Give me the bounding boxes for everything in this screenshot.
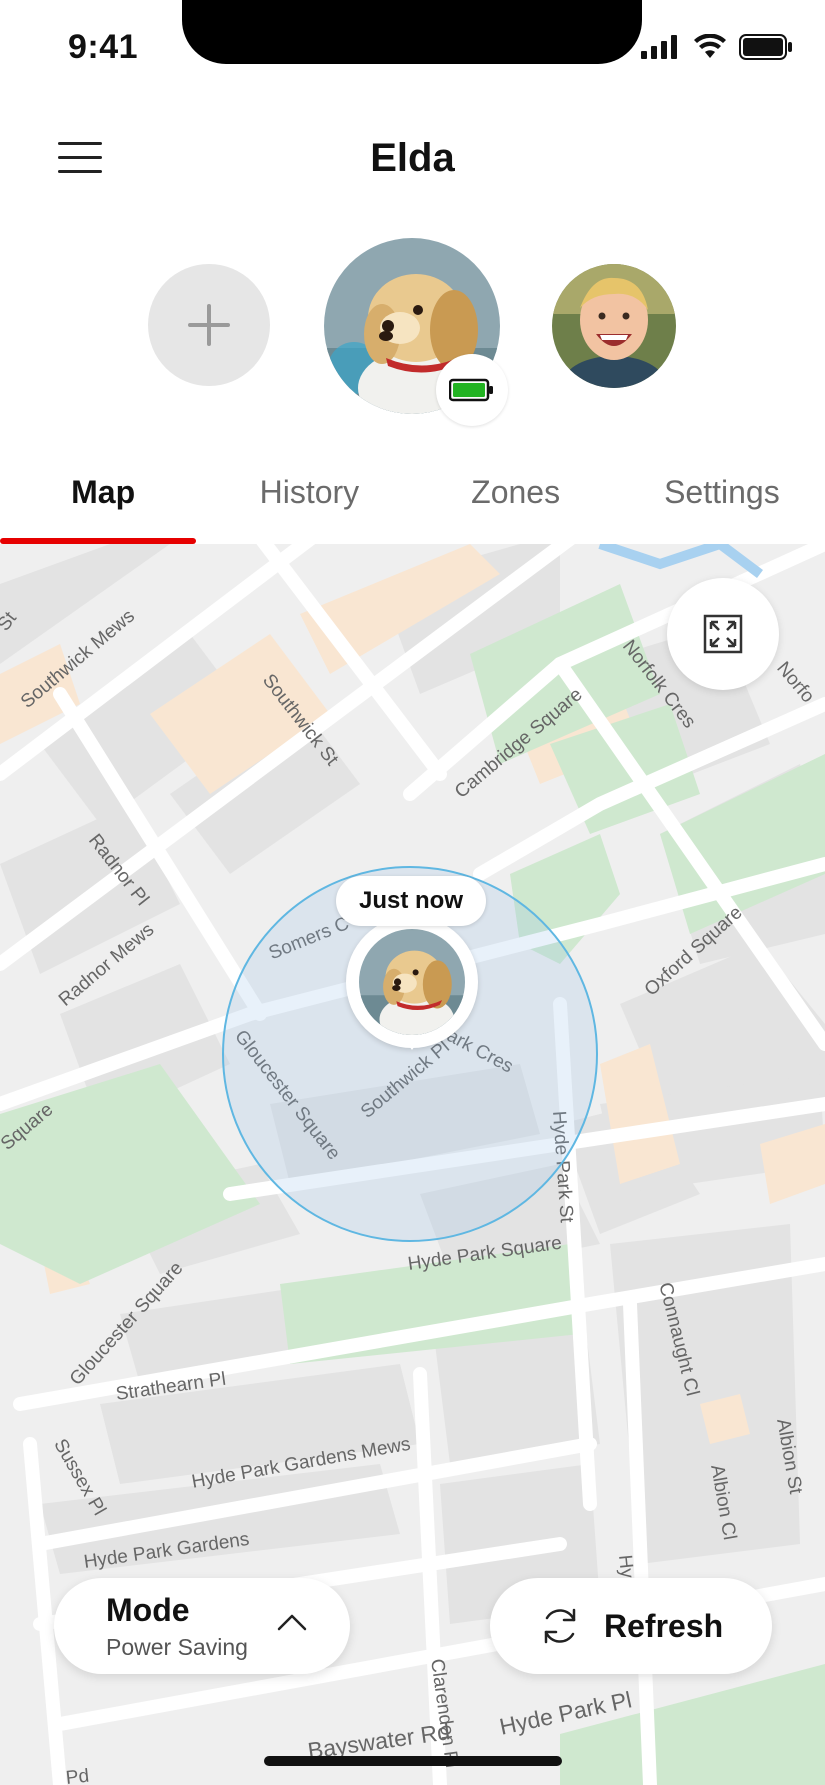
mode-title: Mode xyxy=(106,1592,190,1628)
page-title: Elda xyxy=(370,136,455,180)
tab-map[interactable]: Map xyxy=(0,460,206,544)
expand-arrows-icon xyxy=(703,614,743,654)
tab-history[interactable]: History xyxy=(206,460,412,544)
tab-bar: Map History Zones Settings xyxy=(0,460,825,544)
chevron-up-icon xyxy=(277,1614,307,1631)
battery-full-icon xyxy=(449,378,493,402)
refresh-label: Refresh xyxy=(604,1607,724,1644)
pin-dog-photo xyxy=(359,929,465,1035)
street-label: Hy xyxy=(614,1553,638,1580)
home-indicator xyxy=(264,1756,562,1766)
refresh-button[interactable]: Refresh xyxy=(490,1578,772,1674)
wifi-icon xyxy=(694,34,726,58)
plus-icon xyxy=(188,304,230,346)
child-photo xyxy=(552,264,676,388)
app-screen: 9:41 Elda Map History Zones Settings St … xyxy=(0,0,825,1785)
location-map[interactable]: St Southwick Mews Southwick St Cambridge… xyxy=(0,544,825,1785)
last-seen-label: Just now xyxy=(336,876,486,926)
pin-pointer xyxy=(402,1036,422,1050)
child-profile-avatar[interactable] xyxy=(552,264,676,388)
pin-avatar xyxy=(359,929,465,1035)
street-label: Pd xyxy=(64,1765,91,1785)
tab-settings[interactable]: Settings xyxy=(619,460,825,544)
add-profile-button[interactable] xyxy=(148,264,270,386)
tab-zones[interactable]: Zones xyxy=(413,460,619,544)
expand-map-button[interactable] xyxy=(667,578,779,690)
device-notch xyxy=(182,0,642,64)
pet-location-pin[interactable] xyxy=(346,916,478,1048)
battery-icon xyxy=(739,34,792,60)
status-time: 9:41 xyxy=(68,28,139,66)
cellular-signal-icon xyxy=(641,35,677,59)
refresh-icon xyxy=(544,1608,576,1644)
battery-status-badge xyxy=(436,354,508,426)
mode-selector[interactable]: Mode Power Saving xyxy=(54,1578,350,1674)
status-icons xyxy=(641,34,793,60)
mode-value: Power Saving xyxy=(106,1634,248,1660)
